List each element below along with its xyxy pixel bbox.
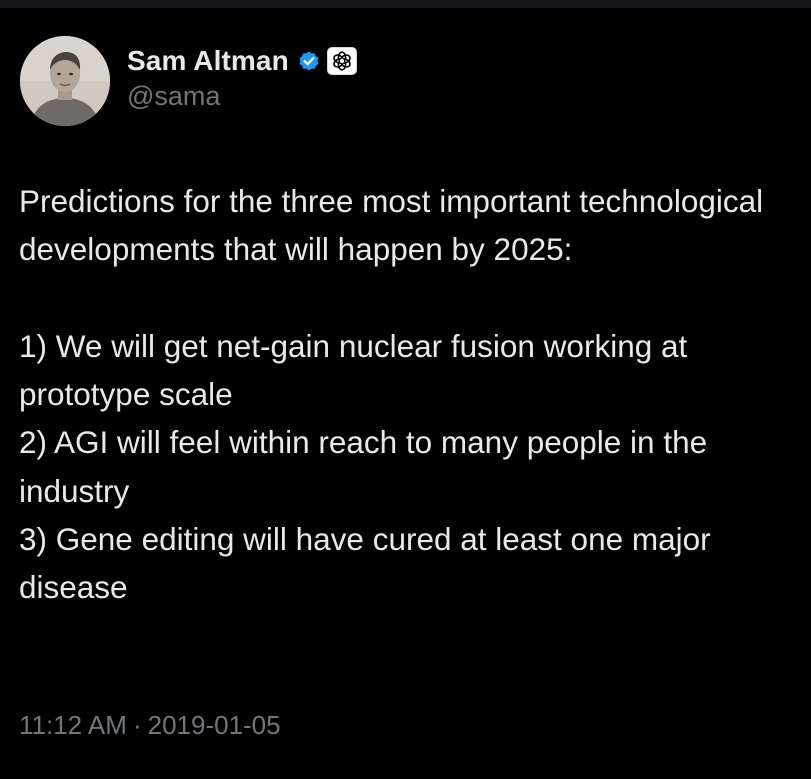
tweet-card: Sam Altman @sama Predictions for the thr…: [0, 0, 811, 779]
verified-badge-icon[interactable]: [297, 49, 321, 73]
prediction-item-1: 1) We will get net-gain nuclear fusion w…: [19, 327, 688, 413]
prediction-item-2: 2) AGI will feel within reach to many pe…: [19, 424, 708, 509]
prediction-item-3: 3) Gene editing will have cured at least…: [19, 521, 711, 606]
tweet-text: Predictions for the three most important…: [19, 177, 799, 612]
author-identity: Sam Altman @sama: [127, 43, 357, 112]
tweet-header: Sam Altman @sama: [20, 36, 357, 126]
openai-logo-icon[interactable]: [326, 46, 357, 75]
tweet-time: 11:12 AM: [19, 710, 127, 740]
avatar-photo-icon: [20, 36, 110, 126]
tweet-date: 2019-01-05: [147, 710, 281, 740]
tweet-timestamp[interactable]: 11:12 AM · 2019-01-05: [19, 710, 281, 741]
author-name[interactable]: Sam Altman: [127, 45, 289, 77]
name-row: Sam Altman: [127, 43, 357, 79]
author-handle[interactable]: @sama: [127, 81, 357, 112]
timestamp-separator: ·: [132, 710, 142, 740]
avatar[interactable]: [20, 36, 110, 126]
tweet-intro: Predictions for the three most important…: [19, 183, 764, 268]
